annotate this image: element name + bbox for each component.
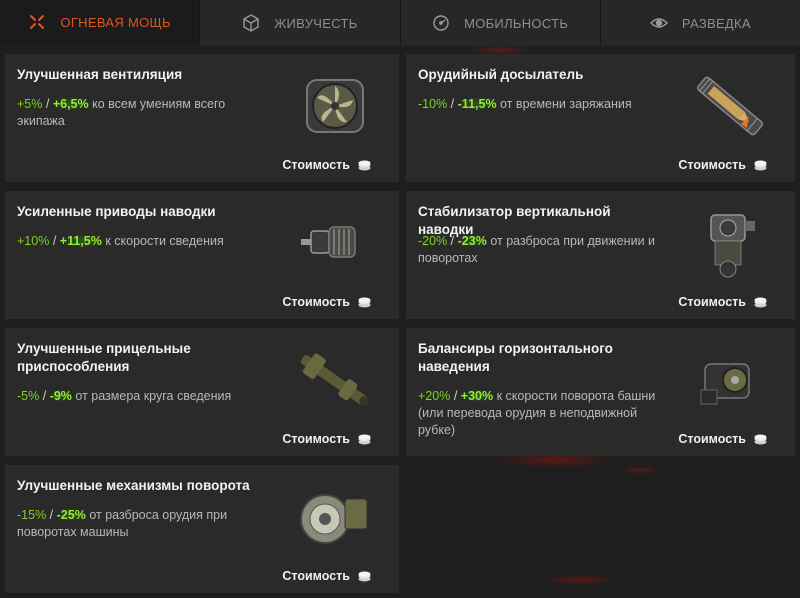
bonus-base: -20% bbox=[418, 234, 448, 248]
bonus-text: от разброса орудия при поворотах машины bbox=[17, 508, 228, 539]
equipment-card-sights[interactable]: Улучшенные прицельные приспособления -5%… bbox=[5, 328, 399, 456]
bonus-separator: / bbox=[453, 389, 458, 403]
tab-recon[interactable]: РАЗВЕДКА bbox=[600, 0, 800, 46]
stabilizer-icon bbox=[685, 203, 775, 283]
bonus-text: ко всем умениям всего экипажа bbox=[17, 97, 226, 128]
rotation-mechanism-icon bbox=[289, 477, 379, 557]
card-title: Балансиры горизонтального наведения bbox=[418, 341, 613, 374]
cost-label: Стоимость bbox=[282, 295, 350, 309]
tab-label: ОГНЕВАЯ МОЩЬ bbox=[60, 14, 171, 30]
cost-button[interactable]: Стоимость bbox=[282, 432, 371, 446]
card-description: +5% / +6,5% ко всем умениям всего экипаж… bbox=[17, 96, 272, 130]
card-description: -5% / -9% от размера круга сведения bbox=[17, 388, 272, 405]
coin-icon bbox=[754, 297, 767, 308]
card-description: -10% / -11,5% от времени заряжания bbox=[418, 96, 673, 113]
bonus-separator: / bbox=[52, 234, 57, 248]
cost-button[interactable]: Стоимость bbox=[282, 158, 371, 172]
coin-icon bbox=[754, 160, 767, 171]
equipment-card-rotation-mechanisms[interactable]: Улучшенные механизмы поворота -15% / -25… bbox=[5, 465, 399, 593]
card-title: Улучшенные прицельные приспособления bbox=[17, 341, 191, 374]
cost-label: Стоимость bbox=[678, 158, 746, 172]
card-description: -20% / -23% от разброса при движении и п… bbox=[418, 233, 673, 267]
equipment-card-rammer[interactable]: Орудийный досылатель -10% / -11,5% от вр… bbox=[406, 54, 795, 182]
cost-button[interactable]: Стоимость bbox=[678, 158, 767, 172]
card-description: -15% / -25% от разброса орудия при повор… bbox=[17, 507, 272, 541]
cost-button[interactable]: Стоимость bbox=[282, 295, 371, 309]
cost-label: Стоимость bbox=[282, 569, 350, 583]
bonus-plus: +30% bbox=[460, 389, 494, 403]
coin-icon bbox=[358, 160, 371, 171]
bonus-base: +10% bbox=[17, 234, 50, 248]
cost-button[interactable]: Стоимость bbox=[678, 295, 767, 309]
bonus-text: от размера круга сведения bbox=[75, 389, 232, 403]
bonus-text: от разброса при движении и поворотах bbox=[418, 234, 656, 265]
bonus-separator: / bbox=[450, 234, 455, 248]
cost-button[interactable]: Стоимость bbox=[678, 432, 767, 446]
cost-label: Стоимость bbox=[282, 432, 350, 446]
coin-icon bbox=[358, 434, 371, 445]
bonus-plus: -11,5% bbox=[457, 97, 497, 111]
bonus-plus: -25% bbox=[56, 508, 86, 522]
coin-icon bbox=[358, 571, 371, 582]
tab-mobility[interactable]: МОБИЛЬНОСТЬ bbox=[400, 0, 601, 46]
equipment-card-ventilation[interactable]: Улучшенная вентиляция +5% / +6,5% ко все… bbox=[5, 54, 399, 182]
tab-firepower[interactable]: ОГНЕВАЯ МОЩЬ bbox=[0, 0, 201, 46]
survivability-icon bbox=[242, 14, 260, 32]
ventilation-icon bbox=[289, 66, 379, 146]
bonus-base: +20% bbox=[418, 389, 451, 403]
card-title: Улучшенная вентиляция bbox=[17, 67, 183, 82]
traverse-balancer-icon bbox=[685, 340, 775, 420]
equipment-card-aiming-drives[interactable]: Усиленные приводы наводки +10% / +11,5% … bbox=[5, 191, 399, 319]
bonus-base: +5% bbox=[17, 97, 43, 111]
cost-label: Стоимость bbox=[282, 158, 350, 172]
category-tabs: ОГНЕВАЯ МОЩЬ ЖИВУЧЕСТЬ МОБИЛЬНОСТЬ РАЗВЕ… bbox=[0, 0, 800, 46]
bonus-plus: -23% bbox=[457, 234, 487, 248]
bonus-base: -5% bbox=[17, 389, 40, 403]
coin-icon bbox=[754, 434, 767, 445]
tab-label: РАЗВЕДКА bbox=[681, 15, 751, 31]
bonus-separator: / bbox=[45, 97, 50, 111]
bonus-separator: / bbox=[42, 389, 47, 403]
tab-survivability[interactable]: ЖИВУЧЕСТЬ bbox=[200, 0, 401, 46]
card-title: Усиленные приводы наводки bbox=[17, 204, 216, 219]
card-description: +20% / +30% к скорости поворота башни (и… bbox=[418, 388, 673, 439]
bonus-plus: +6,5% bbox=[52, 97, 89, 111]
aiming-drive-icon bbox=[289, 203, 379, 283]
cost-label: Стоимость bbox=[678, 432, 746, 446]
bonus-base: -10% bbox=[418, 97, 448, 111]
card-title: Улучшенные механизмы поворота bbox=[17, 478, 250, 493]
bonus-text: к скорости сведения bbox=[105, 234, 224, 248]
bonus-plus: -9% bbox=[49, 389, 72, 403]
equipment-card-traverse-balancers[interactable]: Балансиры горизонтального наведения +20%… bbox=[406, 328, 795, 456]
coin-icon bbox=[358, 297, 371, 308]
cost-label: Стоимость bbox=[678, 295, 746, 309]
tab-label: ЖИВУЧЕСТЬ bbox=[274, 15, 358, 31]
card-title: Орудийный досылатель bbox=[418, 67, 584, 82]
firepower-icon bbox=[28, 13, 46, 31]
bonus-separator: / bbox=[49, 508, 54, 522]
bonus-text: от времени заряжания bbox=[500, 97, 632, 111]
card-description: +10% / +11,5% к скорости сведения bbox=[17, 233, 272, 250]
tab-label: МОБИЛЬНОСТЬ bbox=[464, 15, 569, 31]
bonus-separator: / bbox=[450, 97, 455, 111]
bonus-base: -15% bbox=[17, 508, 47, 522]
equipment-card-stabilizer[interactable]: Стабилизатор вертикальной наводки -20% /… bbox=[406, 191, 795, 319]
bonus-plus: +11,5% bbox=[59, 234, 102, 248]
rammer-icon bbox=[685, 66, 775, 146]
mobility-icon bbox=[432, 14, 450, 32]
sights-icon bbox=[289, 340, 379, 420]
eye-icon bbox=[649, 14, 668, 32]
cost-button[interactable]: Стоимость bbox=[282, 569, 371, 583]
